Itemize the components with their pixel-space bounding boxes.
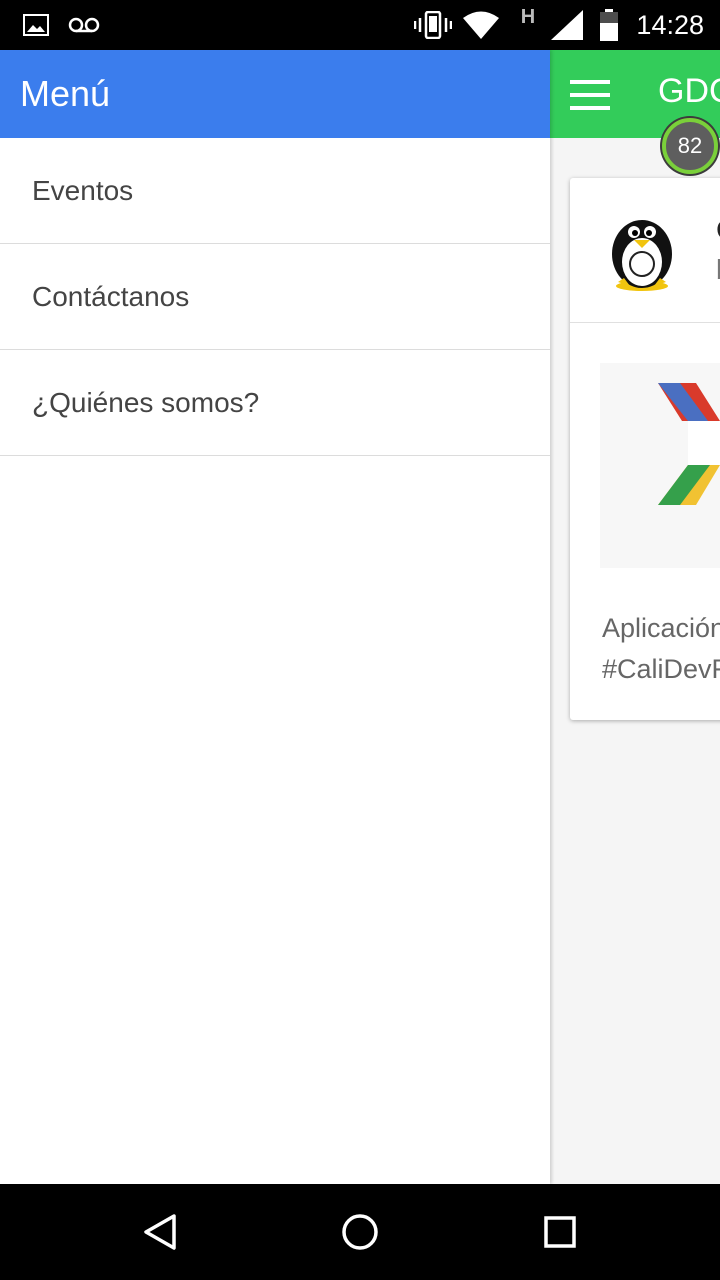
menu-item-eventos[interactable]: Eventos	[0, 138, 550, 244]
vibrate-icon	[414, 0, 452, 50]
voicemail-icon	[68, 0, 100, 50]
wifi-icon	[462, 0, 500, 50]
menu-icon[interactable]	[570, 80, 610, 110]
battery-icon	[598, 0, 620, 50]
navigation-drawer: Menú Eventos Contáctanos ¿Quiénes somos?	[0, 50, 550, 1184]
navigation-bar	[0, 1184, 720, 1280]
card-text-line: #CaliDevF	[602, 654, 720, 684]
penguin-avatar-icon	[600, 208, 684, 292]
app-title: GDG	[658, 72, 720, 110]
event-card[interactable]: C b Aplicación #CaliDevF	[570, 178, 720, 720]
home-icon[interactable]	[336, 1208, 384, 1256]
drawer-title: Menú	[0, 50, 550, 138]
menu-item-quienes-somos[interactable]: ¿Quiénes somos?	[0, 350, 550, 456]
screen: H 14:28 GDG	[0, 0, 720, 1280]
menu-item-contactanos[interactable]: Contáctanos	[0, 244, 550, 350]
card-text-line: Aplicación	[602, 613, 720, 643]
status-bar: H 14:28	[0, 0, 720, 50]
card-title: C	[716, 214, 720, 246]
back-icon[interactable]	[136, 1208, 184, 1256]
main-content: GDG C b	[550, 50, 720, 1184]
card-description: Aplicación #CaliDevF	[602, 608, 720, 690]
recents-icon[interactable]	[536, 1208, 584, 1256]
card-header: C b	[570, 178, 720, 323]
card-subtitle: b	[716, 254, 720, 286]
clock: 14:28	[636, 10, 704, 40]
network-type-label: H	[520, 6, 536, 28]
score-badge: 82	[662, 118, 718, 174]
signal-icon	[550, 0, 584, 50]
gdg-logo-image	[600, 363, 720, 568]
image-icon	[22, 0, 50, 50]
menu-list: Eventos Contáctanos ¿Quiénes somos?	[0, 138, 550, 456]
